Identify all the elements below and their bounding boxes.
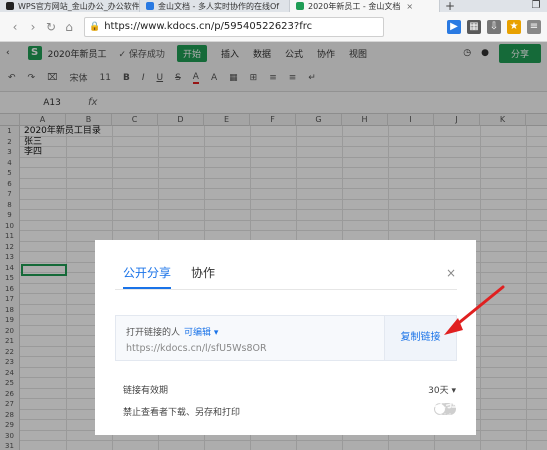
tab-collab[interactable]: 协作 xyxy=(191,264,215,281)
menu-icon[interactable]: ≡ xyxy=(527,19,541,34)
browser-tab-title: WPS官方网站_金山办公_办公软件 xyxy=(18,1,140,11)
url-input[interactable]: 🔒 https://www.kdocs.cn/p/59540522623?frc xyxy=(84,16,384,37)
extension-icons: ▶ ▦ ⇩ ★ ≡ xyxy=(447,19,541,34)
dialog-tabs: 公开分享 协作 xyxy=(123,264,215,281)
star-extension-icon[interactable]: ★ xyxy=(507,19,521,34)
copy-link-button[interactable]: 复制链接 xyxy=(384,316,456,360)
grid-extension-icon[interactable]: ▦ xyxy=(467,19,481,34)
browser-tab-title: 2020年新员工 - 金山文档 xyxy=(308,1,401,11)
watermark-text: Bai 经验 xyxy=(402,395,460,411)
browser-tab-strip: WPS官方网站_金山办公_办公软件 金山文档 - 多人实时协作的在线Of 202… xyxy=(0,0,547,13)
play-extension-icon[interactable]: ▶ xyxy=(447,19,461,34)
home-icon[interactable]: ⌂ xyxy=(60,20,78,34)
link-permission[interactable]: 打开链接的人 可编辑 ▾ xyxy=(126,325,218,338)
forbid-download-label: 禁止查看者下载、另存和打印 xyxy=(123,408,241,418)
restore-icon[interactable]: ❐ xyxy=(525,0,547,12)
chevron-down-icon[interactable]: ▾ xyxy=(214,328,219,338)
tab-public-share[interactable]: 公开分享 xyxy=(123,264,171,281)
baidu-watermark: Bai 经验 jingyan.baidu.com xyxy=(402,392,476,421)
address-bar: ‹ › ↻ ⌂ 🔒 https://www.kdocs.cn/p/5954052… xyxy=(0,12,547,42)
browser-tab-active[interactable]: 2020年新员工 - 金山文档 × xyxy=(290,0,440,12)
watermark-sub: jingyan.baidu.com xyxy=(402,412,476,421)
sheet-favicon-icon xyxy=(296,2,304,10)
link-box: 打开链接的人 可编辑 ▾ https://kdocs.cn/l/sfU5Ws8OR… xyxy=(115,315,457,361)
forward-icon[interactable]: › xyxy=(24,20,42,34)
link-permission-value[interactable]: 可编辑 xyxy=(184,328,211,338)
close-tab-icon[interactable]: × xyxy=(406,2,413,11)
share-link-url: https://kdocs.cn/l/sfU5Ws8OR xyxy=(126,343,267,354)
refresh-icon[interactable]: ↻ xyxy=(42,20,60,34)
browser-tab-title: 金山文档 - 多人实时协作的在线Of xyxy=(158,1,280,11)
browser-tab-kdocs[interactable]: 金山文档 - 多人实时协作的在线Of xyxy=(140,0,290,12)
close-icon[interactable]: × xyxy=(446,266,456,280)
wps-favicon-icon xyxy=(6,2,14,10)
kdocs-favicon-icon xyxy=(146,2,154,10)
back-icon[interactable]: ‹ xyxy=(6,20,24,34)
validity-label: 链接有效期 xyxy=(123,386,169,396)
window-controls: ❐ xyxy=(525,0,547,12)
new-tab-button[interactable]: + xyxy=(440,0,460,13)
lock-icon: 🔒 xyxy=(89,21,101,32)
download-icon[interactable]: ⇩ xyxy=(487,19,501,34)
browser-tab-wps[interactable]: WPS官方网站_金山办公_办公软件 xyxy=(0,0,140,12)
dialog-divider xyxy=(115,289,457,290)
link-permission-label: 打开链接的人 xyxy=(126,328,181,338)
url-text: https://www.kdocs.cn/p/59540522623?frc xyxy=(104,21,313,32)
